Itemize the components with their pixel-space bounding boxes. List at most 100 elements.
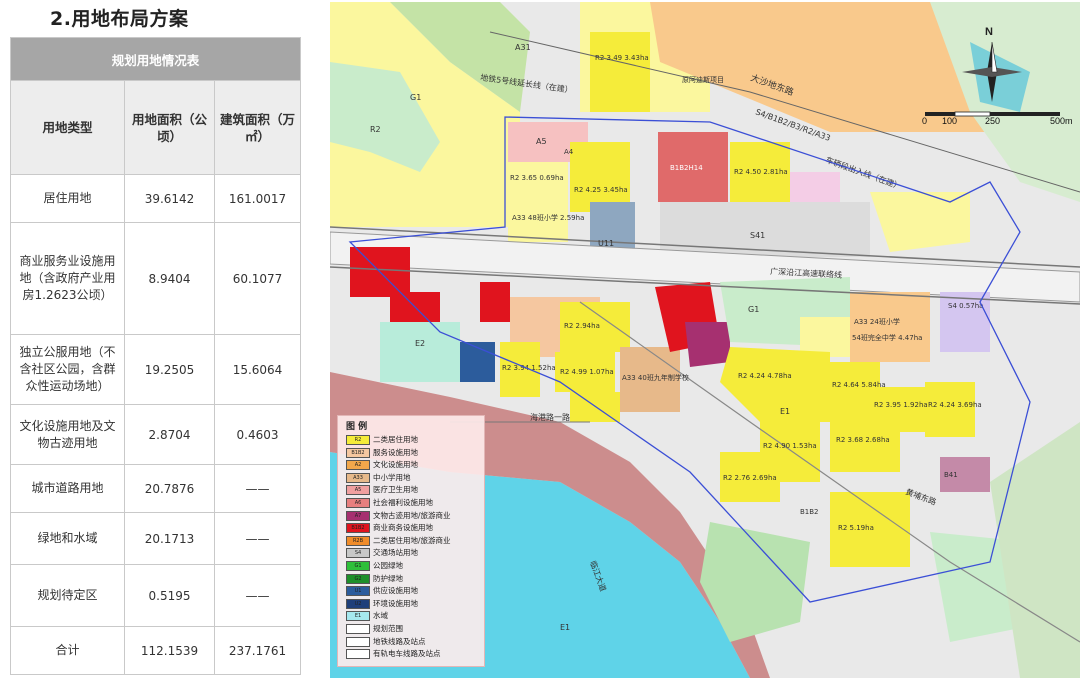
label-r2-281: R2 4.50 2.81ha	[734, 168, 788, 176]
label-school-24: A33 24班小学	[854, 317, 900, 326]
legend-label: 规划范围	[373, 624, 403, 633]
school-24-block	[850, 292, 930, 362]
header-floor-area: 建筑面积（万㎡）	[214, 80, 301, 175]
legend-item: B1B2 商业商务设施用地	[346, 522, 482, 534]
table-row: 城市道路用地 20.7876 ——	[10, 464, 301, 513]
row-floor-area: 0.4603	[214, 404, 301, 465]
legend-item: A7 文物古迹用地/旅游商业	[346, 510, 482, 521]
e2-block	[380, 322, 460, 382]
legend-swatch: R2	[346, 435, 370, 445]
label-r2-490: R2 4.90 1.53ha	[763, 442, 817, 450]
scale-label-100: 100	[942, 116, 958, 126]
legend-label: 文物古迹用地/旅游商业	[373, 510, 451, 520]
row-floor-area: ——	[214, 564, 301, 627]
legend-item: B1B2 服务设施用地	[346, 447, 482, 458]
legend-swatch: E1	[346, 611, 370, 622]
label-r2-519: R2 5.19ha	[838, 524, 874, 532]
row-area: 19.2505	[124, 334, 215, 405]
legend-swatch: S4	[346, 548, 370, 559]
legend-label: 公园绿地	[373, 561, 403, 570]
scale-label-500m: 500m	[1050, 116, 1073, 126]
table-row: 居住用地 39.6142 161.0017	[10, 174, 301, 223]
label-harbor-road: 海港路一路	[530, 412, 570, 422]
label-r2-464: R2 4.64 5.84ha	[832, 381, 886, 389]
legend-item: E1 水域	[346, 610, 482, 622]
legend-item: 规划范围	[346, 623, 482, 634]
label-s41: S41	[750, 231, 765, 240]
land-use-table: 规划用地情况表 用地类型 用地面积（公顷） 建筑面积（万㎡） 居住用地 39.6…	[10, 37, 301, 675]
commercial-block-3	[480, 282, 510, 322]
label-old-project: 原阿迪斯项目	[682, 75, 724, 84]
label-a4: A4	[564, 148, 574, 156]
legend-swatch: U2	[346, 598, 370, 609]
row-floor-area: ——	[214, 512, 301, 565]
legend-swatch: A2	[346, 460, 370, 471]
row-area: 20.1713	[124, 512, 215, 565]
legend-swatch: A33	[346, 472, 370, 483]
label-a31: A31	[515, 43, 531, 52]
label-b41: B41	[944, 471, 958, 479]
legend-item: U2 环境设施用地	[346, 598, 482, 609]
legend-swatch: G2	[346, 573, 370, 584]
row-type: 合计	[10, 626, 125, 675]
legend-label: 文化设施用地	[373, 460, 418, 470]
row-type: 文化设施用地及文物古迹用地	[10, 404, 125, 465]
scale-label-250: 250	[985, 116, 1001, 126]
legend-item: G1 公园绿地	[346, 560, 482, 571]
legend-title: 图 例	[346, 422, 368, 432]
legend-swatch: G1	[346, 561, 370, 571]
map-legend: 图 例 R2 二类居住用地 B1B2 服务设施用地 A2 文化设施用地 A33 中小学用地 A5…	[337, 415, 485, 667]
label-e2: E2	[415, 339, 425, 348]
north-label: N	[985, 26, 993, 38]
label-g1-west: G1	[410, 93, 421, 102]
r2-block-349	[590, 32, 650, 112]
legend-item: S4 交通场站用地	[346, 547, 482, 559]
table-row: 绿地和水域 20.1713 ——	[10, 512, 301, 565]
legend-item: R2 二类居住用地	[346, 434, 482, 445]
label-r2-west: R2	[370, 125, 381, 134]
table-row: 文化设施用地及文物古迹用地 2.8704 0.4603	[10, 404, 301, 465]
legend-label: 交通场站用地	[373, 548, 418, 558]
legend-item: 地铁线路及站点	[346, 636, 482, 647]
table-caption: 规划用地情况表	[10, 37, 301, 81]
label-a33-9: A33 40班九年制学校	[622, 373, 689, 382]
row-floor-area: 15.6064	[214, 334, 301, 405]
label-r2-345: R2 3.65 0.69ha	[510, 174, 564, 182]
label-r2-499: R2 4.99 1.07ha	[560, 368, 614, 376]
legend-swatch	[346, 649, 370, 660]
label-school-54: 54班完全中学 4.47ha	[852, 333, 922, 342]
legend-label: 二类居住用地	[373, 435, 418, 444]
label-r2-276: R2 2.76 2.69ha	[723, 474, 777, 482]
legend-label: 有轨电车线路及站点	[373, 649, 441, 659]
label-u11: U11	[598, 239, 614, 248]
label-b1b2h14: B1B2H14	[670, 164, 703, 172]
legend-item: G2 防护绿地	[346, 573, 482, 584]
label-a5: A5	[536, 137, 547, 146]
legend-label: 供应设施用地	[373, 586, 418, 596]
label-b1b2-south: B1B2	[800, 508, 819, 516]
legend-swatch	[346, 624, 370, 634]
label-e1-center: E1	[780, 407, 790, 416]
s4-purple-block	[940, 292, 990, 352]
legend-swatch: A7	[346, 510, 370, 521]
header-land-area: 用地面积（公顷）	[124, 80, 215, 175]
row-area: 112.1539	[124, 626, 215, 675]
legend-label: 环境设施用地	[373, 598, 418, 608]
label-g1-central: G1	[748, 305, 759, 314]
label-r2-484: R2 4.24 4.78ha	[738, 372, 792, 380]
legend-item: 有轨电车线路及站点	[346, 648, 482, 660]
row-type: 规划待定区	[10, 564, 125, 627]
legend-swatch: R2B	[346, 535, 370, 546]
legend-item: A5 医疗卫生用地	[346, 484, 482, 496]
heritage-block	[685, 322, 730, 367]
legend-item: R2B 二类居住用地/旅游商业	[346, 535, 482, 546]
row-type: 商业服务业设施用地（含政府产业用房1.2623公顷）	[10, 222, 125, 335]
table-row: 商业服务业设施用地（含政府产业用房1.2623公顷） 8.9404 60.107…	[10, 222, 301, 335]
legend-item: A33 中小学用地	[346, 472, 482, 483]
row-type: 独立公服用地（不含社区公园，含群众性运动场地）	[10, 334, 125, 405]
row-area: 2.8704	[124, 404, 215, 465]
row-floor-area: 237.1761	[214, 626, 301, 675]
legend-label: 防护绿地	[373, 573, 403, 583]
table-row: 规划待定区 0.5195 ——	[10, 564, 301, 627]
scale-label-0: 0	[922, 116, 928, 126]
